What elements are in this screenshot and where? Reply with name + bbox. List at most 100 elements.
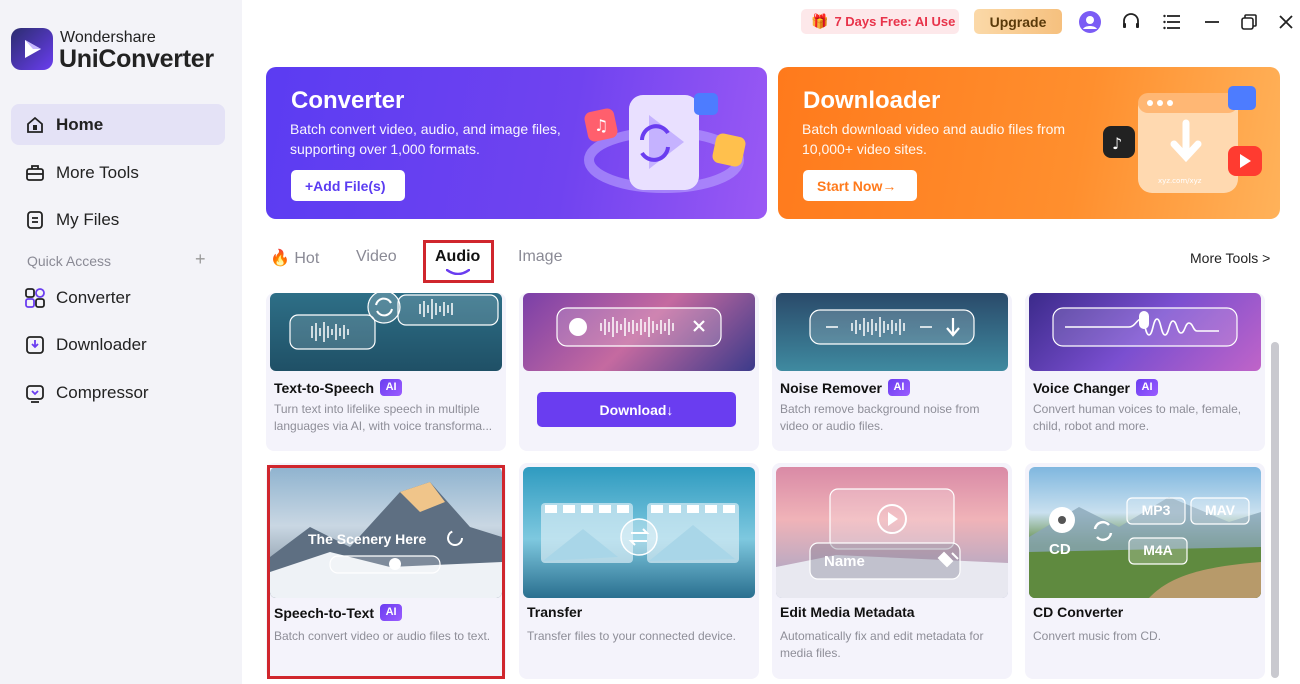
transfer-thumbnail: [523, 467, 755, 598]
downloader-art-url: xyz.com/xyz: [1158, 177, 1202, 185]
format-mp3: MP3: [1141, 502, 1171, 518]
app-logo: [11, 28, 53, 70]
format-m4a: M4A: [1143, 542, 1173, 558]
fire-icon: 🔥: [270, 250, 290, 267]
format-mav: MAV: [1204, 502, 1236, 518]
card-title: Speech-to-Text AI: [274, 604, 403, 621]
svg-text:♪: ♪: [1112, 134, 1122, 153]
card-description: Turn text into lifelike speech in multip…: [274, 402, 493, 433]
speech-to-text-thumbnail: The Scenery Here: [270, 467, 502, 598]
downloader-banner-title: Downloader: [803, 87, 941, 114]
card-title-text: Noise Remover: [780, 379, 882, 396]
sidebar-item-label: My Files: [56, 209, 120, 229]
noise-remover-card[interactable]: Noise Remover AI Batch remove background…: [772, 293, 1012, 451]
downloader-banner-description: Batch download video and audio files fro…: [802, 121, 1066, 157]
ai-badge: AI: [380, 379, 403, 396]
converter-banner-title: Converter: [291, 87, 405, 114]
brand-name: UniConverter: [59, 45, 214, 73]
card-description: Automatically fix and edit metadata for …: [780, 629, 984, 660]
vocal-remover-thumbnail: [523, 293, 755, 371]
svg-text:♫: ♫: [594, 116, 608, 135]
compressor-icon: [24, 382, 46, 404]
speech-to-text-card[interactable]: The Scenery Here Speech-to-Text AI Batch…: [266, 463, 506, 679]
text-to-speech-thumbnail: [270, 293, 502, 371]
toolbox-icon: [24, 162, 46, 184]
sidebar-item-converter[interactable]: Converter: [11, 277, 225, 318]
quick-access-label: Quick Access: [27, 253, 112, 269]
add-files-button[interactable]: +Add File(s): [291, 170, 405, 201]
card-description: Convert music from CD.: [1033, 629, 1162, 643]
menu-icon[interactable]: [1160, 10, 1184, 34]
edit-media-metadata-card[interactable]: Name Edit Media Metadata Automatically f…: [772, 463, 1012, 679]
downloader-icon: [24, 334, 46, 356]
card-title-text: Edit Media Metadata: [780, 604, 915, 620]
sidebar-item-label: Converter: [56, 287, 131, 307]
promo-label: 7 Days Free: AI Use: [834, 14, 956, 29]
tab-image[interactable]: Image: [518, 248, 562, 266]
card-title: Edit Media Metadata: [780, 604, 915, 620]
voice-changer-card[interactable]: Voice Changer AI Convert human voices to…: [1025, 293, 1265, 451]
sidebar-item-compressor[interactable]: Compressor: [11, 372, 225, 413]
cd-converter-thumbnail: CD MP3 MAV M4A: [1029, 467, 1261, 598]
downloader-banner[interactable]: Downloader Batch download video and audi…: [778, 67, 1280, 219]
converter-banner[interactable]: Converter Batch convert video, audio, an…: [266, 67, 767, 219]
metadata-thumb-caption: Name: [824, 553, 865, 570]
card-title: Transfer: [527, 604, 582, 620]
sidebar-item-label: Home: [56, 114, 104, 134]
card-description: Transfer files to your connected device.: [527, 629, 736, 643]
ai-badge: AI: [380, 604, 403, 621]
card-title-text: Transfer: [527, 604, 583, 620]
ai-badge: AI: [1136, 379, 1158, 396]
avatar[interactable]: [1078, 10, 1102, 34]
sidebar: Wondershare UniConverter Home More Tools…: [0, 0, 242, 684]
minimize-icon[interactable]: [1200, 10, 1224, 34]
card-title-text: Voice Changer: [1033, 379, 1130, 396]
cd-converter-card[interactable]: CD MP3 MAV M4A CD Converter Convert musi…: [1025, 463, 1265, 679]
close-icon[interactable]: [1274, 10, 1298, 34]
card-title-text: Text-to-Speech: [274, 379, 375, 396]
sidebar-item-my-files[interactable]: My Files: [11, 199, 225, 240]
sidebar-item-label: Compressor: [56, 382, 149, 402]
download-button[interactable]: Download↓: [537, 392, 736, 427]
card-description: Batch remove background noise from video…: [780, 402, 980, 433]
tab-hot[interactable]: 🔥 Hot: [270, 248, 319, 268]
home-icon: [24, 114, 46, 136]
card-title: Voice Changer AI: [1033, 379, 1158, 396]
sidebar-item-home[interactable]: Home: [11, 104, 225, 145]
tab-label: Hot: [294, 250, 320, 267]
text-to-speech-card[interactable]: Text-to-Speech AI Turn text into lifelik…: [266, 293, 506, 451]
content-scrollbar[interactable]: [1271, 342, 1279, 678]
more-tools-link[interactable]: More Tools >: [1190, 250, 1270, 266]
cd-label: CD: [1049, 541, 1071, 558]
gift-icon: 🎁: [811, 13, 829, 29]
sidebar-item-more-tools[interactable]: More Tools: [11, 152, 225, 193]
file-icon: [24, 209, 46, 231]
speech-to-text-thumb-caption: The Scenery Here: [308, 531, 427, 547]
card-description: Batch convert video or audio files to te…: [274, 629, 491, 643]
upgrade-button[interactable]: Upgrade: [974, 9, 1062, 34]
card-title: CD Converter: [1033, 604, 1123, 620]
card-title-text: Speech-to-Text: [274, 604, 375, 621]
sidebar-item-label: Downloader: [56, 334, 147, 354]
tab-audio-highlight: [423, 240, 494, 283]
converter-banner-description: Batch convert video, audio, and image fi…: [290, 121, 561, 157]
start-now-button[interactable]: Start Now→: [803, 170, 917, 201]
noise-remover-thumbnail: [776, 293, 1008, 371]
voice-changer-thumbnail: [1029, 293, 1261, 371]
sidebar-item-downloader[interactable]: Downloader: [11, 324, 225, 365]
transfer-card[interactable]: Transfer Transfer files to your connecte…: [519, 463, 759, 679]
free-trial-promo[interactable]: 🎁 7 Days Free: AI Use: [801, 9, 959, 34]
restore-window-icon[interactable]: [1237, 10, 1261, 34]
downloader-illustration-icon: ♪ xyz.com/xyz: [1103, 86, 1262, 193]
converter-icon: [24, 287, 46, 309]
card-title: Text-to-Speech AI: [274, 379, 403, 396]
card-title-text: CD Converter: [1033, 604, 1124, 620]
card-description: Convert human voices to male, female, ch…: [1033, 402, 1242, 433]
tab-video[interactable]: Video: [356, 248, 397, 266]
sidebar-item-label: More Tools: [56, 162, 139, 182]
quick-access-add-button[interactable]: +: [195, 249, 206, 270]
ai-badge: AI: [887, 379, 910, 396]
vocal-remover-card[interactable]: Download↓: [519, 293, 759, 451]
headset-support-icon[interactable]: [1119, 10, 1143, 34]
converter-illustration-icon: ♫: [584, 93, 746, 193]
